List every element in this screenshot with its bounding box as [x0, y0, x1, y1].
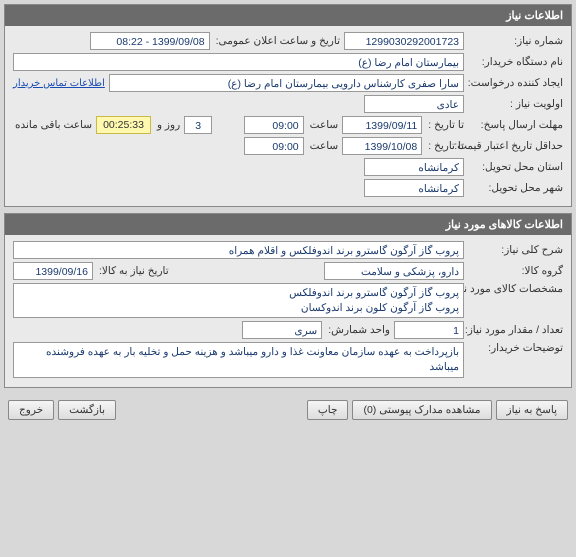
- org-label: نام دستگاه خریدار:: [468, 56, 563, 68]
- priority-field: عادی: [364, 95, 464, 113]
- reply-button[interactable]: پاسخ به نیاز: [496, 400, 568, 420]
- back-button[interactable]: بازگشت: [58, 400, 116, 420]
- notes-field: بازپرداخت به عهده سازمان معاونت غذا و دا…: [13, 342, 464, 377]
- need-date-label: تاریخ نیاز به کالا:: [97, 265, 169, 277]
- creator-label: ایجاد کننده درخواست:: [468, 77, 563, 89]
- spec-label: مشخصات کالای مورد نیاز:: [468, 283, 563, 295]
- until-label: تا تاریخ :: [426, 119, 464, 131]
- until-date-field: 1399/09/11: [342, 116, 422, 134]
- province-label: استان محل تحویل:: [468, 161, 563, 173]
- org-field: بیمارستان امام رضا (ع): [13, 53, 464, 71]
- goods-info-header: اطلاعات کالاهای مورد نیاز: [5, 214, 571, 235]
- req-no-field: 1299030292001723: [344, 32, 464, 50]
- city-field: کرمانشاه: [364, 179, 464, 197]
- spec-field: پروب گاز آرگون گاسترو برند اندوفلکس پروب…: [13, 283, 464, 318]
- priority-label: اولویت نیاز :: [468, 98, 563, 110]
- need-info-header: اطلاعات نیاز: [5, 5, 571, 26]
- qty-field: 1: [394, 321, 464, 339]
- qty-label: تعداد / مقدار مورد نیاز:: [468, 324, 563, 336]
- min-valid-date-field: 1399/10/08: [342, 137, 422, 155]
- unit-field: سری: [242, 321, 322, 339]
- need-date-field: 1399/09/16: [13, 262, 93, 280]
- countdown-field: 00:25:33: [96, 116, 151, 134]
- days-label: روز و: [155, 119, 180, 131]
- desc-label: شرح کلی نیاز:: [468, 244, 563, 256]
- notes-label: توضیحات خریدار:: [468, 342, 563, 354]
- deadline-label: مهلت ارسال پاسخ:: [468, 119, 563, 131]
- footer-toolbar: پاسخ به نیاز مشاهده مدارک پیوستی (0) چاپ…: [4, 394, 572, 426]
- req-no-label: شماره نیاز:: [468, 35, 563, 47]
- city-label: شهر محل تحویل:: [468, 182, 563, 194]
- creator-field: سارا صفری کارشناس دارویی بیمارستان امام …: [109, 74, 464, 92]
- min-valid-until-label: تا تاریخ :: [426, 140, 464, 152]
- min-valid-label: حداقل تاریخ اعتبار قیمت:: [468, 140, 563, 152]
- province-field: کرمانشاه: [364, 158, 464, 176]
- time-label-1: ساعت: [308, 119, 339, 131]
- attachments-button[interactable]: مشاهده مدارک پیوستی (0): [352, 400, 491, 420]
- contact-link[interactable]: اطلاعات تماس خریدار: [13, 78, 105, 89]
- time-label-2: ساعت: [308, 140, 339, 152]
- desc-field: پروب گاز آرگون گاسترو برند اندوفلکس و اق…: [13, 241, 464, 259]
- group-field: دارو، پزشکی و سلامت: [324, 262, 464, 280]
- announce-field: 1399/09/08 - 08:22: [90, 32, 210, 50]
- exit-button[interactable]: خروج: [8, 400, 54, 420]
- group-label: گروه کالا:: [468, 265, 563, 277]
- min-valid-time-field: 09:00: [244, 137, 304, 155]
- remaining-label: ساعت باقی مانده: [13, 119, 92, 131]
- unit-label: واحد شمارش:: [326, 324, 390, 336]
- goods-info-panel: اطلاعات کالاهای مورد نیاز شرح کلی نیاز: …: [4, 213, 572, 388]
- need-info-panel: اطلاعات نیاز شماره نیاز: 129903029200172…: [4, 4, 572, 207]
- announce-label: تاریخ و ساعت اعلان عمومی:: [214, 35, 340, 47]
- print-button[interactable]: چاپ: [307, 400, 349, 420]
- until-time-field: 09:00: [244, 116, 304, 134]
- days-field: 3: [184, 116, 212, 134]
